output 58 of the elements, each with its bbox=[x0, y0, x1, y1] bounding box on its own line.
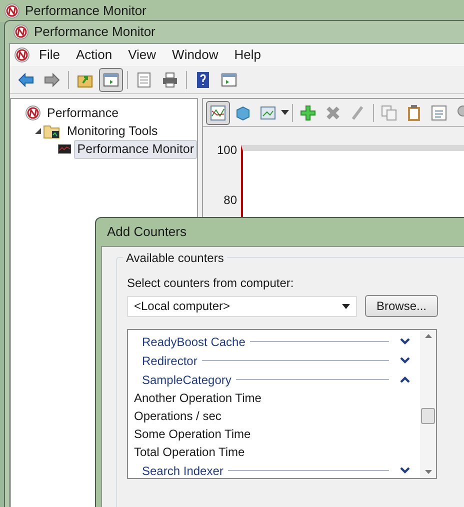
scroll-down-icon[interactable] bbox=[424, 470, 432, 474]
monitor-graph-icon bbox=[58, 142, 72, 156]
plus-icon bbox=[299, 104, 317, 122]
folder-icon bbox=[43, 123, 61, 139]
window-title: Performance Monitor bbox=[34, 23, 156, 42]
dialog-title: Add Counters bbox=[107, 223, 186, 242]
counter-item[interactable]: Operations / sec bbox=[134, 407, 222, 425]
menu-item[interactable]: Action bbox=[68, 45, 120, 65]
window-title: Performance Monitor bbox=[25, 2, 146, 20]
help-icon bbox=[194, 70, 212, 88]
copy-icon bbox=[380, 104, 398, 122]
menu-item[interactable]: Help bbox=[227, 45, 268, 65]
scroll-up-icon[interactable] bbox=[424, 334, 432, 338]
category-label[interactable]: SampleCategory bbox=[142, 370, 232, 388]
app-logo-icon bbox=[4, 3, 20, 19]
computer-dropdown[interactable]: <Local computer> bbox=[127, 296, 357, 316]
app-logo-icon bbox=[13, 24, 29, 40]
back-arrow-icon bbox=[17, 70, 35, 88]
forward-arrow-icon bbox=[43, 70, 61, 88]
dropdown-caret-icon[interactable] bbox=[281, 110, 289, 115]
close-icon bbox=[324, 104, 342, 122]
counter-item[interactable]: Another Operation Time bbox=[134, 389, 262, 407]
properties-icon bbox=[430, 104, 448, 122]
counter-item[interactable]: Total Operation Time bbox=[134, 443, 245, 461]
category-label[interactable]: ReadyBoost Cache bbox=[142, 332, 246, 350]
category-label[interactable]: Redirector bbox=[142, 352, 198, 370]
axis-label: 100 bbox=[216, 143, 238, 157]
menu-item[interactable]: File bbox=[32, 45, 67, 65]
counter-item[interactable]: Some Operation Time bbox=[134, 425, 251, 443]
scrollbar[interactable] bbox=[420, 330, 436, 478]
expand-chevron-icon[interactable] bbox=[400, 467, 410, 474]
tree-item[interactable]: Performance Monitor bbox=[74, 140, 197, 158]
clipboard-icon bbox=[405, 104, 423, 122]
browse-button[interactable]: Browse... bbox=[365, 295, 438, 317]
axis-label: 80 bbox=[224, 193, 238, 207]
printer-icon bbox=[161, 70, 179, 88]
toolbar-button[interactable] bbox=[99, 68, 123, 92]
expanded-triangle-icon[interactable] bbox=[35, 128, 41, 134]
cube-icon bbox=[234, 104, 252, 122]
menu-item[interactable]: Window bbox=[165, 45, 226, 65]
field-label: Select counters from computer: bbox=[127, 275, 295, 292]
pane-icon bbox=[220, 70, 238, 88]
console-tree-icon bbox=[102, 70, 120, 88]
expand-chevron-icon[interactable] bbox=[400, 338, 410, 345]
scroll-thumb[interactable] bbox=[421, 408, 435, 424]
category-label[interactable]: Search Indexer bbox=[142, 462, 224, 480]
app-logo-icon bbox=[14, 47, 30, 63]
tree-item[interactable]: Performance bbox=[44, 104, 122, 122]
app-logo-icon bbox=[25, 105, 41, 121]
expand-chevron-icon[interactable] bbox=[400, 357, 410, 364]
collapse-chevron-icon[interactable] bbox=[400, 376, 410, 383]
dropdown-caret-icon bbox=[342, 304, 350, 308]
tree-item[interactable]: Monitoring Tools bbox=[64, 122, 161, 140]
menu-item[interactable]: View bbox=[121, 45, 164, 65]
document-icon bbox=[135, 70, 153, 88]
toolbar-button[interactable] bbox=[206, 100, 230, 124]
line-graph-icon bbox=[209, 104, 227, 122]
chart-window-icon bbox=[259, 104, 277, 122]
